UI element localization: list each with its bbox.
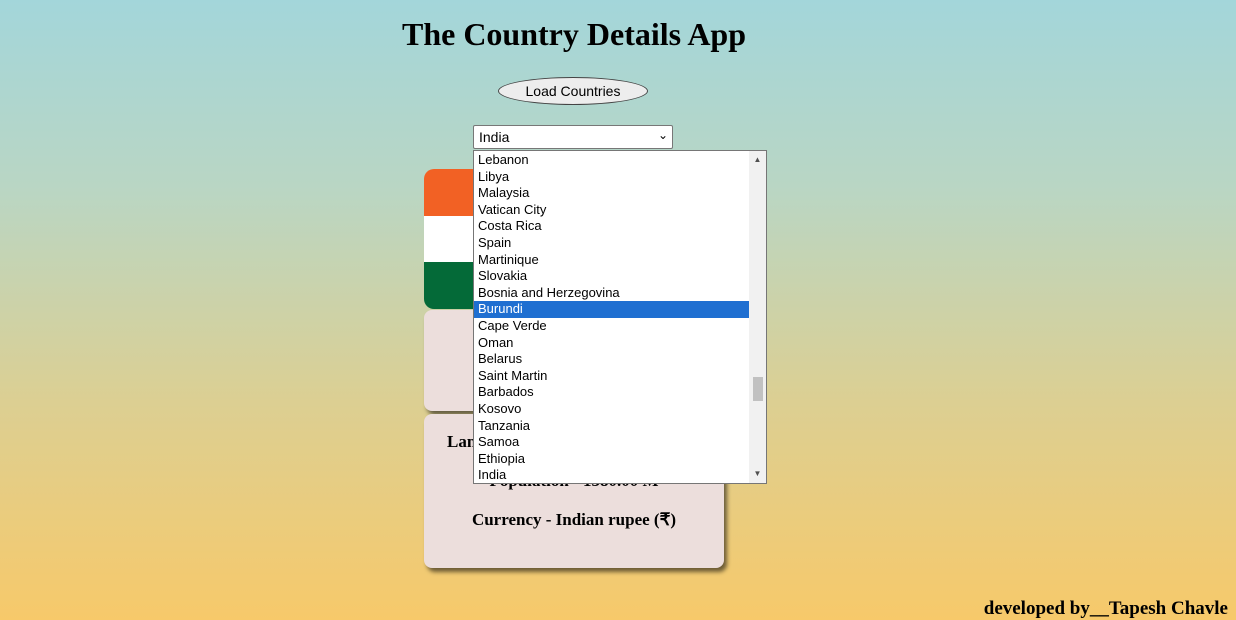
scrollbar-thumb[interactable] [753, 377, 763, 401]
country-option[interactable]: Malaysia [474, 185, 750, 202]
scroll-down-icon[interactable]: ▼ [749, 467, 766, 481]
country-option[interactable]: Ethiopia [474, 451, 750, 468]
country-dropdown-list[interactable]: Lebanon Libya Malaysia Vatican City Costa Ri… [473, 150, 767, 484]
country-option[interactable]: Cape Verde [474, 318, 750, 335]
country-option[interactable]: Bosnia and Herzegovina [474, 285, 750, 302]
country-select[interactable]: India ⌄ [473, 125, 673, 149]
country-option[interactable]: Libya [474, 169, 750, 186]
country-option[interactable]: India [474, 467, 750, 483]
country-option[interactable]: Kosovo [474, 401, 750, 418]
scroll-up-icon[interactable]: ▲ [749, 153, 766, 167]
country-option[interactable]: Oman [474, 335, 750, 352]
load-countries-button[interactable]: Load Countries [498, 77, 648, 105]
country-option[interactable]: Costa Rica [474, 218, 750, 235]
country-option[interactable]: Spain [474, 235, 750, 252]
country-option[interactable]: Lebanon [474, 152, 750, 169]
currency-text: Currency - Indian rupee (₹) [471, 510, 677, 529]
country-option[interactable]: Vatican City [474, 202, 750, 219]
country-option[interactable]: Burundi [474, 301, 750, 318]
country-options: Lebanon Libya Malaysia Vatican City Costa Ri… [474, 152, 750, 483]
country-option[interactable]: Saint Martin [474, 368, 750, 385]
footer-credit: developed by__Tapesh Chavle [983, 598, 1228, 619]
country-option[interactable]: Samoa [474, 434, 750, 451]
country-option[interactable]: Martinique [474, 252, 750, 269]
country-select-value: India [479, 129, 510, 145]
chevron-down-icon: ⌄ [657, 128, 668, 142]
page-title: The Country Details App [401, 16, 747, 52]
country-option[interactable]: Tanzania [474, 418, 750, 435]
country-option[interactable]: Slovakia [474, 268, 750, 285]
country-option[interactable]: Belarus [474, 351, 750, 368]
country-option[interactable]: Barbados [474, 384, 750, 401]
dropdown-scrollbar[interactable]: ▲ ▼ [749, 151, 766, 483]
